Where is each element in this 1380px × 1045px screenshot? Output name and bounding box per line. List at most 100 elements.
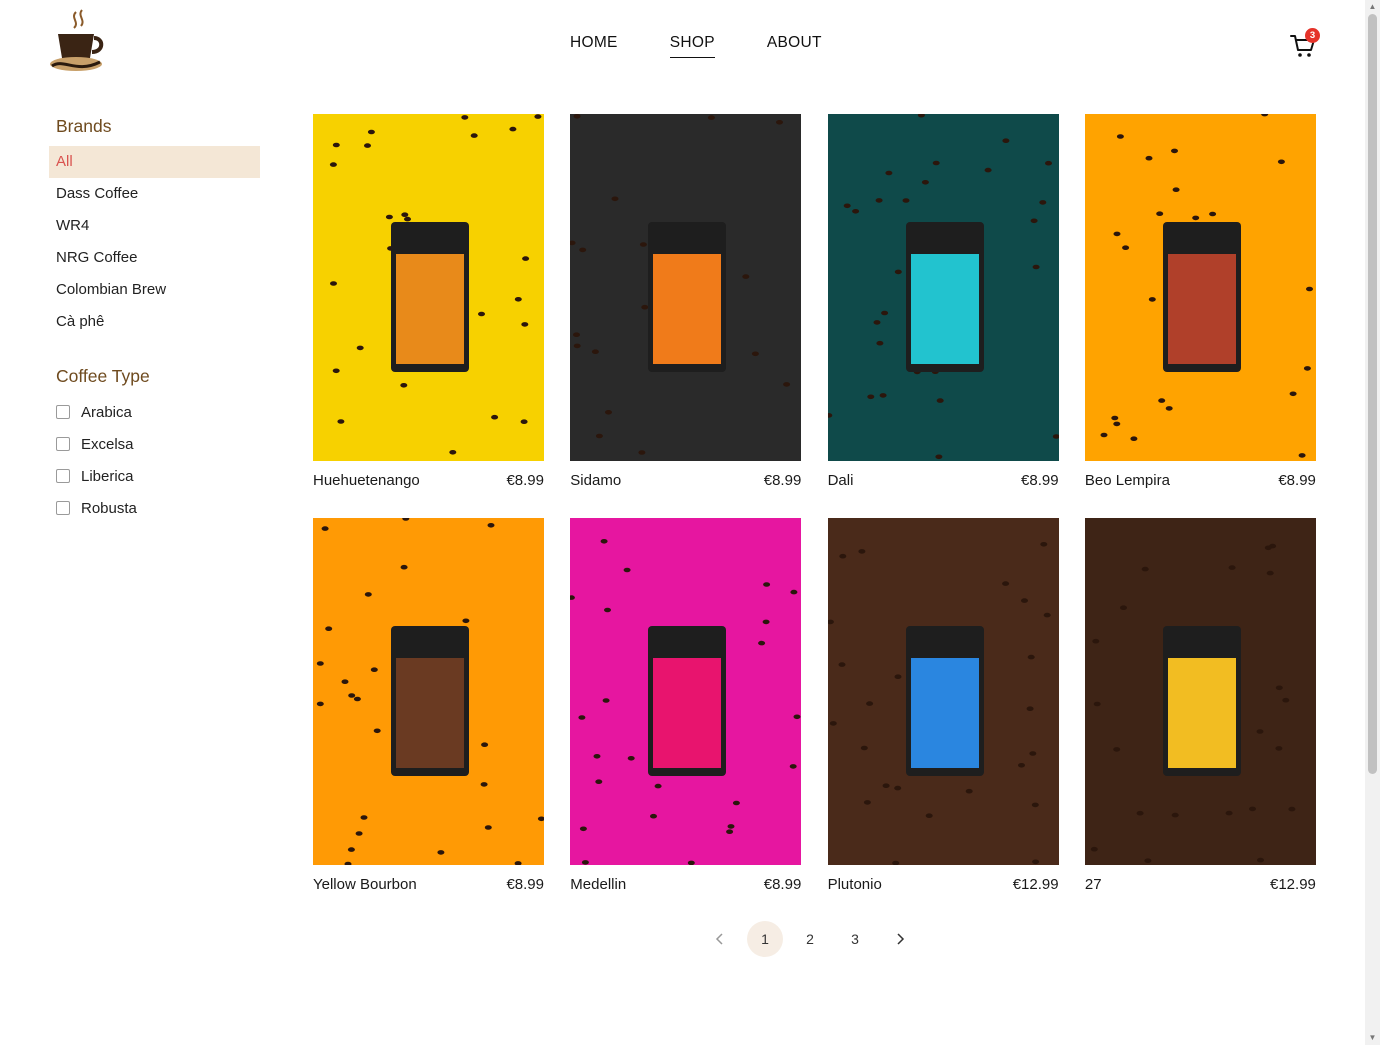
scroll-up-arrow-icon[interactable]: ▲	[1368, 2, 1377, 12]
coffee-bean	[1093, 701, 1101, 707]
coffee-bean	[882, 783, 890, 788]
coffee-bean	[1289, 391, 1297, 397]
coffee-bean	[857, 549, 865, 554]
product-price: €12.99	[1012, 876, 1059, 893]
type-filter-robusta[interactable]: Robusta	[56, 492, 137, 524]
product-image[interactable]	[313, 518, 544, 865]
coffee-bean	[330, 281, 337, 286]
product-card[interactable]: Huehuetenango €8.99	[313, 114, 544, 518]
nav-shop[interactable]: SHOP	[669, 34, 715, 58]
checkbox[interactable]	[56, 501, 70, 515]
product-name: 27	[1084, 876, 1102, 893]
product-card[interactable]: Yellow Bourbon €8.99	[313, 518, 544, 922]
coffee-bean	[579, 247, 587, 253]
coffee-bean	[481, 742, 489, 747]
product-image[interactable]	[827, 518, 1059, 865]
coffee-bean	[884, 170, 892, 176]
coffee-bean	[790, 589, 798, 595]
checkbox[interactable]	[56, 437, 70, 451]
type-filter-excelsa[interactable]: Excelsa	[56, 428, 137, 460]
coffee-bean	[1020, 598, 1028, 603]
brand-filter-ca-phe[interactable]: Cà phê	[49, 306, 260, 338]
product-image[interactable]	[313, 114, 544, 461]
nav-about[interactable]: ABOUT	[767, 34, 822, 58]
coffee-bean	[623, 567, 631, 573]
brand-filter-colombian-brew[interactable]: Colombian Brew	[49, 274, 260, 306]
coffee-bean	[688, 860, 696, 865]
coffee-bean	[360, 815, 368, 820]
coffee-bean	[894, 269, 902, 275]
coffee-bean	[893, 785, 901, 791]
coffee-bean	[605, 410, 613, 415]
brand-logo[interactable]	[46, 8, 106, 74]
coffee-bean	[580, 826, 588, 832]
coffee-bag-label	[653, 658, 722, 768]
nav-home[interactable]: HOME	[570, 34, 618, 58]
product-card[interactable]: Sidamo €8.99	[570, 114, 802, 518]
coffee-bean	[638, 450, 646, 455]
brand-filter-all[interactable]: All	[49, 146, 260, 178]
coffee-bean	[491, 414, 499, 420]
coffee-bean	[582, 860, 590, 865]
next-page-button[interactable]	[882, 921, 918, 957]
coffee-bean	[596, 433, 604, 439]
product-image[interactable]	[827, 114, 1059, 461]
coffee-bean	[1026, 706, 1034, 711]
product-name: Dali	[827, 472, 854, 489]
coffee-bean	[762, 619, 770, 625]
coffee-bag-label	[910, 658, 979, 768]
coffee-bean	[1165, 406, 1173, 411]
scroll-down-arrow-icon[interactable]: ▼	[1368, 1033, 1377, 1043]
coffee-bag-label	[1167, 658, 1236, 768]
page-button[interactable]: 3	[837, 921, 873, 957]
product-image[interactable]	[570, 114, 802, 461]
coffee-bean	[875, 198, 883, 203]
coffee-bean	[341, 679, 349, 684]
brand-filter-nrg-coffee[interactable]: NRG Coffee	[49, 242, 260, 274]
product-image[interactable]	[570, 518, 802, 865]
product-card[interactable]: Dali €8.99	[827, 114, 1059, 518]
coffee-bean	[829, 721, 837, 726]
coffee-bean	[355, 831, 363, 836]
coffee-bean	[641, 304, 649, 310]
product-card[interactable]: Plutonio €12.99	[827, 518, 1059, 922]
coffee-bag-label	[396, 254, 464, 364]
product-price: €8.99	[506, 472, 544, 489]
type-filter-arabica[interactable]: Arabica	[56, 396, 137, 428]
pagination: 1 2 3	[702, 921, 927, 957]
type-filter-liberica[interactable]: Liberica	[56, 460, 137, 492]
coffee-bean	[347, 847, 355, 852]
coffee-bean	[865, 701, 873, 706]
brand-filter-wr4[interactable]: WR4	[49, 210, 260, 242]
brand-filter-dass-coffee[interactable]: Dass Coffee	[49, 178, 260, 210]
coffee-bean	[514, 297, 522, 302]
page-scrollbar[interactable]: ▲ ▼	[1365, 0, 1380, 1045]
coffee-bean	[727, 824, 735, 829]
coffee-bean	[480, 782, 488, 787]
product-price: €8.99	[1278, 472, 1316, 489]
product-image[interactable]	[1084, 518, 1316, 865]
coffee-bean	[1030, 218, 1038, 224]
coffee-bean	[726, 829, 734, 834]
prev-page-button[interactable]	[702, 921, 738, 957]
product-card[interactable]: 27 €12.99	[1084, 518, 1316, 922]
product-card[interactable]: Medellin €8.99	[570, 518, 802, 922]
coffee-bean	[1303, 366, 1311, 371]
product-price: €12.99	[1270, 876, 1316, 893]
coffee-bean	[936, 398, 944, 403]
coffee-type-filter-list: Arabica Excelsa Liberica Robusta	[56, 396, 137, 524]
coffee-bean	[733, 800, 741, 806]
checkbox[interactable]	[56, 405, 70, 419]
coffee-bean	[400, 383, 408, 388]
product-card[interactable]: Beo Lempira €8.99	[1084, 114, 1316, 518]
coffee-bean	[1136, 810, 1144, 816]
coffee-bean	[367, 129, 375, 135]
checkbox[interactable]	[56, 469, 70, 483]
coffee-bean	[1228, 565, 1236, 570]
page-button[interactable]: 2	[792, 921, 828, 957]
coffee-bean	[742, 274, 750, 279]
scrollbar-thumb[interactable]	[1368, 14, 1377, 774]
page-button[interactable]: 1	[747, 921, 783, 957]
coffee-bean	[627, 756, 635, 761]
product-image[interactable]	[1084, 114, 1316, 461]
